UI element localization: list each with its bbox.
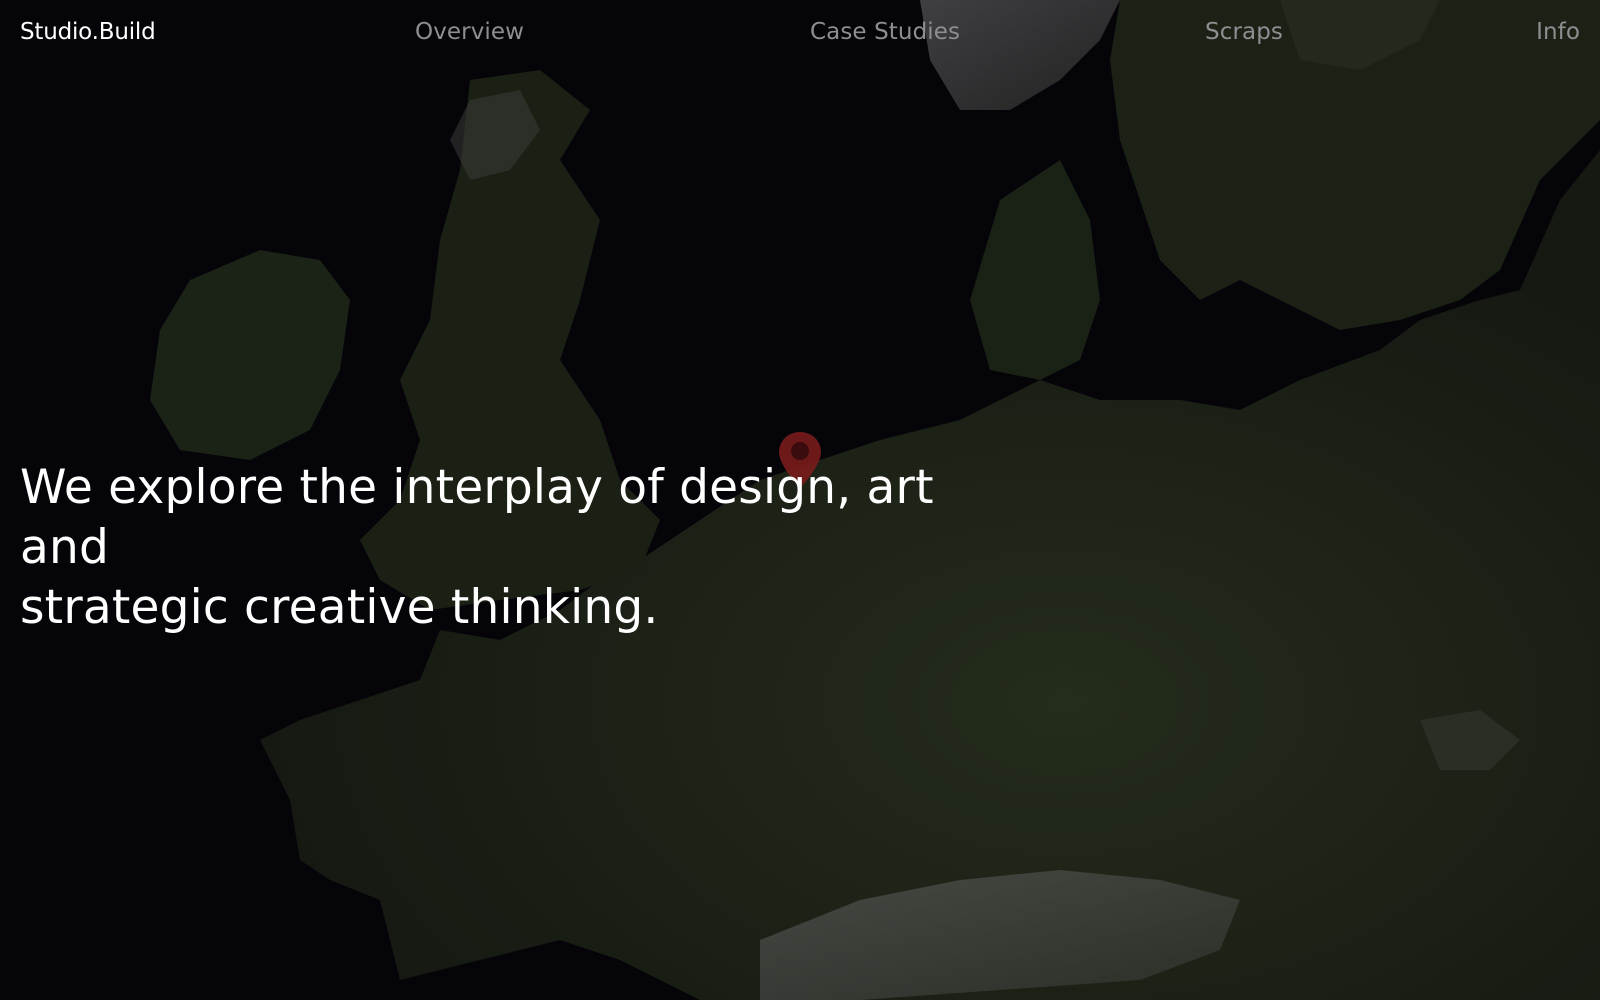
- nav-link-info[interactable]: Info: [1536, 17, 1580, 47]
- nav-link-overview[interactable]: Overview: [415, 17, 524, 47]
- hero-line-2: strategic creative thinking.: [20, 580, 659, 635]
- page: Studio.Build Overview Case Studies Scrap…: [0, 0, 1600, 1000]
- brand-logo-link[interactable]: Studio.Build: [20, 17, 156, 47]
- hero-heading: We explore the interplay of design, art …: [20, 458, 1020, 638]
- nav-link-scraps[interactable]: Scraps: [1205, 17, 1283, 47]
- hero-line-1: We explore the interplay of design, art …: [20, 460, 934, 575]
- top-navigation: Studio.Build Overview Case Studies Scrap…: [0, 0, 1600, 64]
- nav-link-case-studies[interactable]: Case Studies: [810, 17, 960, 47]
